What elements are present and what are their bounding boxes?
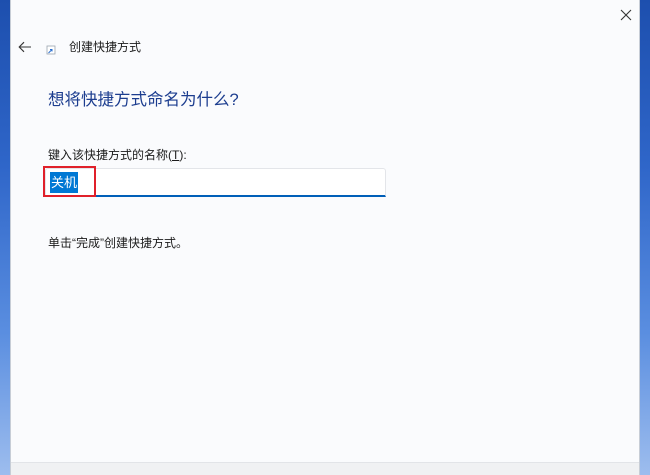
finish-instruction: 单击“完成”创建快捷方式。	[48, 236, 188, 250]
window-title: 创建快捷方式	[69, 40, 142, 54]
name-field-label: 键入该快捷方式的名称(T):	[48, 148, 187, 162]
shortcut-name-input[interactable]: 关机	[45, 168, 386, 197]
close-icon	[620, 9, 632, 21]
create-shortcut-dialog: 创建快捷方式 想将快捷方式命名为什么? 键入该快捷方式的名称(T): 关机 单击…	[10, 0, 640, 475]
page-heading: 想将快捷方式命名为什么?	[48, 91, 239, 109]
name-label-text: 键入该快捷方式的名称(	[48, 148, 172, 162]
back-arrow-icon	[18, 41, 31, 53]
shortcut-icon	[46, 45, 56, 55]
name-label-suffix: ):	[179, 148, 187, 162]
dialog-footer	[11, 462, 639, 475]
back-button[interactable]	[15, 38, 35, 56]
shortcut-name-value: 关机	[50, 172, 79, 193]
close-button[interactable]	[615, 4, 637, 26]
